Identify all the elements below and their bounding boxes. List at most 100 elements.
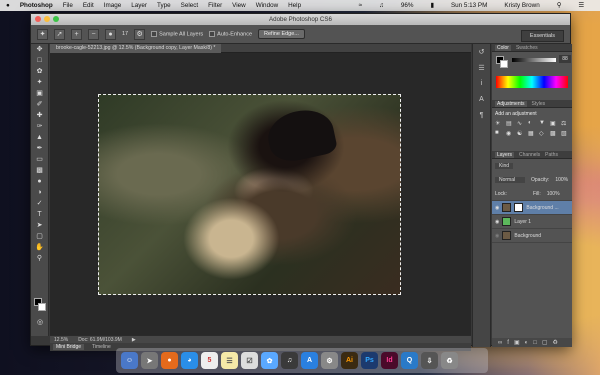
filter-kind-select[interactable]: Kind (495, 163, 514, 169)
lasso-tool-icon[interactable]: ✿ (34, 67, 45, 77)
wifi-icon[interactable]: ≈ (359, 2, 362, 9)
paragraph-icon[interactable]: ¶ (477, 112, 486, 122)
notes-icon[interactable]: ☰ (221, 352, 238, 369)
reminders-icon[interactable]: ☑ (241, 352, 258, 369)
color-spectrum[interactable] (496, 76, 568, 88)
brush-settings-icon[interactable]: ⚙ (134, 28, 146, 40)
zoom-tool-icon[interactable]: ⚲ (34, 254, 45, 264)
fx-icon[interactable]: f (507, 340, 509, 346)
user-name[interactable]: Kristy Brown (504, 2, 539, 9)
music-icon[interactable]: ♫ (281, 352, 298, 369)
crop-tool-icon[interactable]: ▣ (34, 89, 45, 99)
workspace-switcher[interactable]: Essentials (520, 30, 564, 42)
vibrance-icon[interactable]: ▼ (539, 120, 547, 127)
brightness-icon[interactable]: ☀ (495, 120, 503, 127)
invert-icon[interactable]: ◇ (539, 130, 547, 137)
tab-paths[interactable]: Paths (545, 152, 558, 158)
brush-tool-icon[interactable]: ✑ (34, 122, 45, 132)
search-icon[interactable]: ⚲ (557, 2, 562, 9)
path-select-tool-icon[interactable]: ➤ (34, 221, 45, 231)
quicktime-icon[interactable]: Q (401, 352, 418, 369)
battery-icon[interactable]: ▮ (431, 2, 434, 9)
shape-tool-icon[interactable]: ▢ (34, 232, 45, 242)
new-selection-icon[interactable]: ➚ (54, 28, 65, 40)
add-mask-icon[interactable]: ▣ (514, 339, 520, 346)
volume-icon[interactable]: ♫ (379, 2, 384, 9)
exposure-icon[interactable]: ◐ (528, 120, 536, 127)
launchpad-icon[interactable]: ➤ (141, 352, 158, 369)
move-tool-icon[interactable]: ✥ (34, 45, 45, 55)
type-tool-icon[interactable]: T (34, 210, 45, 220)
subtract-selection-icon[interactable]: − (88, 28, 99, 40)
stamp-tool-icon[interactable]: ▲ (34, 133, 45, 143)
levels-icon[interactable]: ▤ (506, 120, 514, 127)
channel-mixer-icon[interactable]: ☯ (517, 130, 525, 137)
tab-timeline[interactable]: Timeline (92, 344, 111, 350)
downloads-icon[interactable]: ⇩ (421, 352, 438, 369)
history-brush-icon[interactable]: ✒ (34, 144, 45, 154)
new-adjustment-icon[interactable]: ◐ (525, 340, 529, 346)
canvas-area[interactable] (50, 53, 471, 335)
zoom-button[interactable] (53, 16, 59, 22)
color-slider[interactable] (512, 58, 556, 62)
new-layer-icon[interactable]: ▢ (542, 339, 548, 346)
lookup-icon[interactable]: ▦ (528, 130, 536, 137)
eye-icon[interactable]: ◉ (495, 205, 499, 211)
tab-swatches[interactable]: Swatches (516, 45, 538, 51)
tab-color[interactable]: Color (495, 44, 511, 51)
document-image[interactable] (98, 94, 401, 295)
add-selection-icon[interactable]: + (71, 28, 82, 40)
app-menu[interactable]: Photoshop (20, 2, 53, 9)
trash-icon[interactable]: ♻ (553, 339, 558, 346)
battery-percent[interactable]: 96% (401, 2, 414, 9)
appstore-icon[interactable]: A (301, 352, 318, 369)
eye-icon[interactable]: ◉ (495, 233, 499, 239)
blend-mode-select[interactable]: Normal (495, 177, 525, 183)
layer-mask-thumbnail[interactable] (514, 203, 524, 212)
tab-channels[interactable]: Channels (519, 152, 540, 158)
clock[interactable]: Sun 5:13 PM (451, 2, 487, 9)
new-group-icon[interactable]: □ (533, 340, 537, 346)
history-icon[interactable]: ↺ (477, 48, 486, 58)
blur-tool-icon[interactable]: ● (34, 177, 45, 187)
tab-mini-bridge[interactable]: Mini Bridge (53, 344, 85, 350)
settings-icon[interactable]: ⚙ (321, 352, 338, 369)
menu-help[interactable]: Help (288, 2, 301, 9)
apple-menu-icon[interactable]: ● (6, 2, 10, 9)
menu-file[interactable]: File (63, 2, 73, 9)
curves-icon[interactable]: ∿ (517, 120, 525, 127)
indesign-icon[interactable]: Id (381, 352, 398, 369)
zoom-level[interactable]: 12.5% (54, 337, 68, 343)
list-icon[interactable]: ☰ (578, 2, 584, 9)
firefox-icon[interactable]: ● (161, 352, 178, 369)
refine-edge-button[interactable]: Refine Edge... (258, 29, 305, 39)
minimize-button[interactable] (44, 16, 50, 22)
gradient-tool-icon[interactable]: ▩ (34, 166, 45, 176)
background-color-swatch[interactable] (38, 303, 46, 311)
menu-window[interactable]: Window (256, 2, 278, 9)
trash-bin-icon[interactable]: ♻ (441, 352, 458, 369)
sample-all-layers-checkbox[interactable]: Sample All Layers (151, 30, 203, 37)
layer-row[interactable]: ◉ Background ... (492, 201, 572, 215)
hand-tool-icon[interactable]: ✋ (34, 243, 45, 253)
tab-styles[interactable]: Styles (532, 101, 546, 107)
bw-icon[interactable]: ■ (495, 130, 503, 137)
menu-filter[interactable]: Filter (208, 2, 222, 9)
marquee-tool-icon[interactable]: □ (34, 56, 45, 66)
eraser-tool-icon[interactable]: ▭ (34, 155, 45, 165)
status-arrow-icon[interactable]: ▶ (132, 337, 136, 343)
menu-edit[interactable]: Edit (83, 2, 94, 9)
photo-filter-icon[interactable]: ◉ (506, 130, 514, 137)
color-value-field[interactable]: 88 (559, 55, 571, 63)
menu-select[interactable]: Select (181, 2, 199, 9)
close-button[interactable] (35, 16, 41, 22)
brush-picker-icon[interactable]: ● (105, 28, 116, 40)
illustrator-icon[interactable]: Ai (341, 352, 358, 369)
layer-row[interactable]: ◉ Background (492, 229, 572, 243)
quick-select-tool-icon[interactable]: ✦ (34, 78, 45, 88)
menu-view[interactable]: View (232, 2, 246, 9)
link-layers-icon[interactable]: ∞ (498, 340, 502, 346)
photos-icon[interactable]: ✿ (261, 352, 278, 369)
document-tab[interactable]: brooke-cagle-52213.jpg @ 12.5% (Backgrou… (50, 44, 222, 53)
dodge-tool-icon[interactable]: ◑ (34, 188, 45, 198)
